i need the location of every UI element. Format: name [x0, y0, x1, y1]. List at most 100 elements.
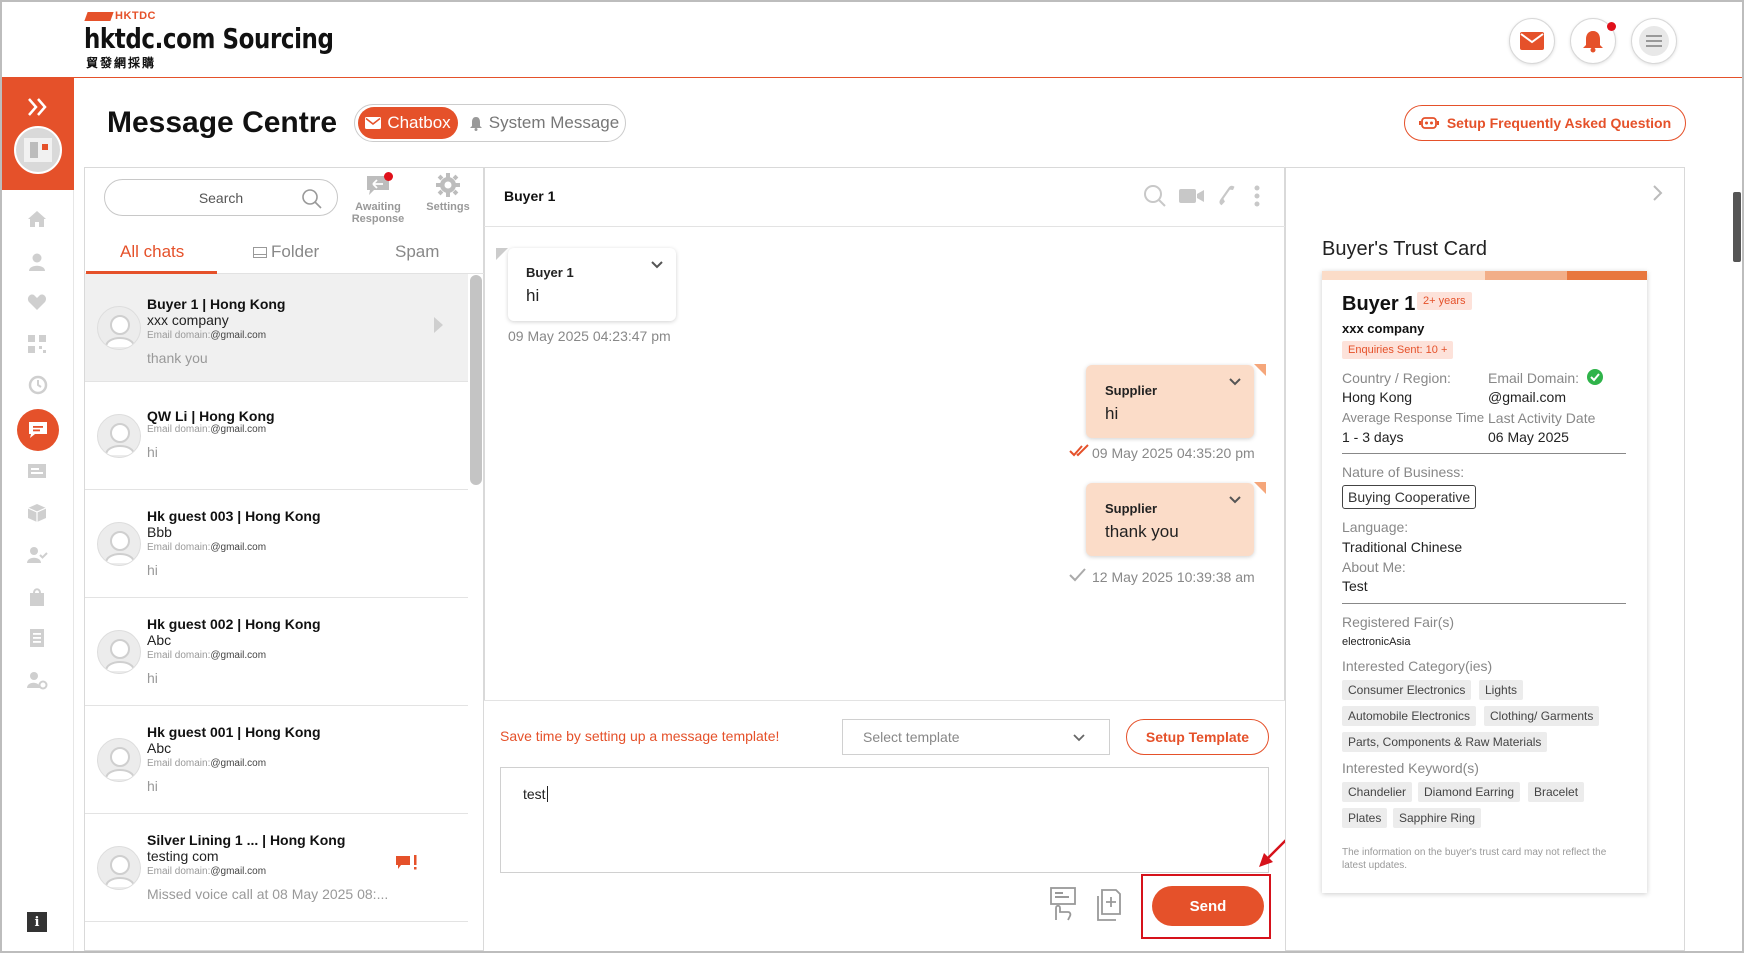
- chat-list-scrollbar[interactable]: [470, 275, 482, 485]
- notifications-button[interactable]: [1570, 18, 1616, 64]
- user-settings-icon[interactable]: [22, 667, 52, 693]
- buyer-name: Buyer 1: [1342, 293, 1416, 315]
- business-card-icon[interactable]: [1048, 886, 1078, 922]
- membership-years-badge: 2+ years: [1417, 292, 1472, 310]
- collapse-panel-chevron-icon[interactable]: [1652, 184, 1664, 202]
- chevron-down-icon[interactable]: [1228, 495, 1242, 505]
- notification-dot: [1607, 22, 1616, 31]
- message-centre-nav-icon[interactable]: [17, 409, 59, 451]
- user-check-icon[interactable]: [22, 542, 52, 568]
- chat-list-item[interactable]: Buyer 1 | Hong Kong xxx company Email do…: [85, 274, 468, 382]
- chat-list-item[interactable]: Silver Lining 1 ... | Hong Kong testing …: [85, 814, 468, 922]
- mail-icon: [365, 117, 382, 129]
- home-icon[interactable]: [22, 206, 52, 232]
- divider: [1342, 603, 1626, 604]
- profile-icon[interactable]: [22, 249, 52, 275]
- trust-level-bar-segment: [1567, 271, 1647, 280]
- setup-faq-button[interactable]: Setup Frequently Asked Question: [1404, 105, 1686, 141]
- expand-nav-icon[interactable]: [26, 96, 50, 118]
- last-activity-label: Last Activity Date: [1488, 410, 1596, 426]
- company-avatar[interactable]: [14, 126, 62, 174]
- awaiting-response-button[interactable]: Awaiting Response: [348, 172, 408, 225]
- tab-folder-label: Folder: [271, 242, 320, 261]
- message-draft: test: [523, 786, 546, 802]
- qr-code-icon[interactable]: [22, 331, 52, 357]
- chat-last-message: thank you: [147, 350, 208, 366]
- hktdc-flag-icon: [84, 11, 114, 21]
- chat-email-domain: Email domain:@gmail.com: [147, 330, 267, 341]
- buyer-company: xxx company: [1342, 321, 1425, 336]
- chat-list-item[interactable]: QW Li | Hong Kong Email domain:@gmail.co…: [85, 382, 468, 490]
- more-options-icon[interactable]: [1253, 184, 1261, 208]
- search-icon: [302, 189, 322, 209]
- supplier-message-bubble[interactable]: Supplier thank you: [1086, 483, 1254, 556]
- chevron-down-icon: [1073, 734, 1085, 742]
- info-icon[interactable]: i: [27, 912, 47, 932]
- product-box-icon[interactable]: [22, 500, 52, 526]
- chat-company: Bbb: [147, 524, 172, 540]
- copy-add-icon[interactable]: [1094, 888, 1124, 922]
- tab-system-message[interactable]: System Message: [468, 107, 620, 139]
- send-button[interactable]: Send: [1152, 886, 1264, 926]
- chat-email-domain: Email domain:@gmail.com: [147, 424, 267, 435]
- favourite-icon[interactable]: [22, 289, 52, 315]
- chat-email-domain: Email domain:@gmail.com: [147, 758, 267, 769]
- template-select[interactable]: Select template: [842, 719, 1110, 755]
- supplier-message-bubble[interactable]: Supplier hi: [1086, 365, 1254, 438]
- settings-button[interactable]: Settings: [418, 172, 478, 213]
- setup-template-button[interactable]: Setup Template: [1126, 719, 1269, 755]
- verified-check-icon: [1587, 369, 1603, 385]
- shopping-bag-icon[interactable]: [22, 584, 52, 610]
- search-input[interactable]: Search: [104, 179, 338, 216]
- chat-list-item[interactable]: Hk guest 001 | Hong Kong Abc Email domai…: [85, 706, 468, 814]
- chevron-down-icon[interactable]: [1228, 377, 1242, 387]
- nature-label: Nature of Business:: [1342, 464, 1465, 480]
- chat-name: Silver Lining 1 ... | Hong Kong: [147, 832, 346, 848]
- keyword-tag: Sapphire Ring: [1393, 808, 1482, 828]
- response-time-label: Average Response Time: [1342, 410, 1485, 425]
- avatar: [97, 306, 141, 350]
- last-activity-value: 06 May 2025: [1488, 429, 1569, 445]
- message-input[interactable]: test: [500, 767, 1269, 873]
- message-timestamp: 09 May 2025 04:23:47 pm: [508, 328, 671, 344]
- checklist-icon[interactable]: [22, 625, 52, 651]
- tab-folder[interactable]: Folder: [253, 242, 319, 262]
- chat-list-item[interactable]: Hk guest 002 | Hong Kong Abc Email domai…: [85, 598, 468, 706]
- missed-call-alert-icon: [396, 855, 417, 870]
- listing-icon[interactable]: [22, 458, 52, 484]
- tab-spam[interactable]: Spam: [395, 242, 439, 262]
- country-value: Hong Kong: [1342, 389, 1413, 405]
- header-divider: [0, 77, 1744, 78]
- folder-icon: [253, 246, 267, 258]
- page-scrollbar[interactable]: [1733, 192, 1741, 262]
- phone-icon[interactable]: [1216, 184, 1240, 208]
- mail-icon: [1517, 26, 1547, 56]
- inbox-button[interactable]: [1509, 18, 1555, 64]
- history-icon[interactable]: [22, 372, 52, 398]
- about-value: Test: [1342, 578, 1368, 594]
- brand-small: HKTDC: [84, 10, 156, 22]
- chat-company: xxx company: [147, 312, 229, 328]
- avatar: [97, 522, 141, 566]
- tab-chatbox[interactable]: Chatbox: [358, 107, 458, 139]
- chevron-down-icon[interactable]: [650, 260, 664, 270]
- template-hint: Save time by setting up a message templa…: [500, 728, 780, 744]
- keyword-tag: Diamond Earring: [1418, 782, 1521, 802]
- chat-last-message: hi: [147, 778, 158, 794]
- search-icon[interactable]: [1143, 184, 1167, 208]
- buyer-message-bubble[interactable]: Buyer 1 hi: [508, 248, 676, 321]
- tab-system-label: System Message: [488, 113, 620, 132]
- tab-all-chats[interactable]: All chats: [120, 242, 184, 262]
- menu-button[interactable]: [1631, 18, 1677, 64]
- chat-email-domain: Email domain:@gmail.com: [147, 650, 267, 661]
- category-tag: Lights: [1479, 680, 1524, 700]
- message-text: hi: [526, 286, 540, 305]
- chat-name: Hk guest 002 | Hong Kong: [147, 616, 321, 632]
- message-sender: Supplier: [1105, 501, 1158, 516]
- trust-card-header: [1285, 167, 1685, 227]
- video-call-icon[interactable]: [1179, 188, 1205, 204]
- chat-list-item[interactable]: Hk guest 003 | Hong Kong Bbb Email domai…: [85, 490, 468, 598]
- keyword-tag: Plates: [1342, 808, 1388, 828]
- brand-main[interactable]: hktdc.com Sourcing: [84, 22, 334, 55]
- trust-card-title: Buyer's Trust Card: [1322, 238, 1487, 260]
